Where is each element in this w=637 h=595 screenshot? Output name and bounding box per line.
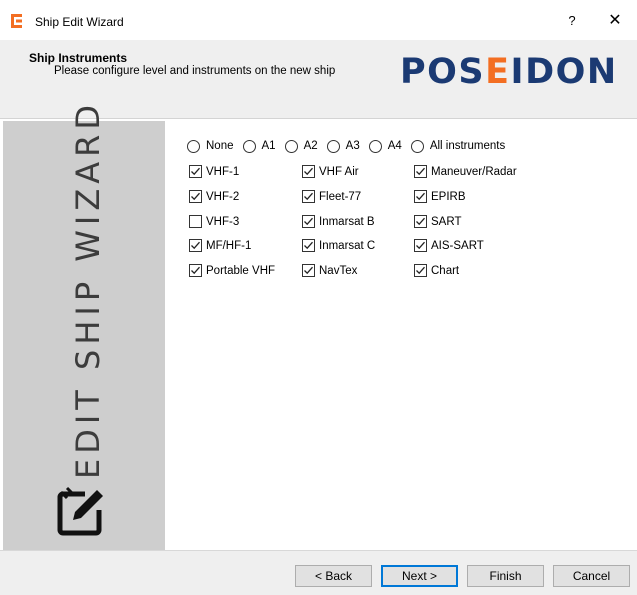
title-bar: Ship Edit Wizard ? ✕ bbox=[0, 0, 637, 40]
checkbox-label: VHF-2 bbox=[206, 190, 240, 203]
checkbox-inmarsat-b[interactable]: Inmarsat B bbox=[302, 215, 375, 228]
poseidon-logo: POSEIDON bbox=[400, 52, 618, 92]
checkmark-icon bbox=[416, 192, 425, 201]
checkbox-maneuver-radar[interactable]: Maneuver/Radar bbox=[414, 165, 517, 178]
checkmark-icon bbox=[416, 167, 425, 176]
checkbox-box[interactable] bbox=[302, 264, 315, 277]
checkmark-icon bbox=[191, 192, 200, 201]
checkmark-icon bbox=[304, 192, 313, 201]
checkbox-box[interactable] bbox=[414, 239, 427, 252]
checkmark-icon bbox=[416, 217, 425, 226]
checkmark-icon bbox=[416, 241, 425, 250]
checkbox-box[interactable] bbox=[414, 264, 427, 277]
checkbox-sart[interactable]: SART bbox=[414, 215, 461, 228]
checkbox-ais-sart[interactable]: AIS-SART bbox=[414, 239, 484, 252]
radio-label: A2 bbox=[303, 140, 318, 152]
checkbox-label: MF/HF-1 bbox=[206, 239, 252, 252]
radio-label: None bbox=[206, 140, 234, 152]
radio-label: A3 bbox=[345, 140, 360, 152]
logo-text-end: IDON bbox=[510, 52, 618, 92]
checkbox-navtex[interactable]: NavTex bbox=[302, 264, 357, 277]
checkbox-label: VHF Air bbox=[319, 165, 359, 178]
radio-a4[interactable]: A4 bbox=[368, 139, 402, 153]
checkbox-vhf-air[interactable]: VHF Air bbox=[302, 165, 359, 178]
radio-circle[interactable] bbox=[326, 139, 340, 153]
radio-circle[interactable] bbox=[368, 139, 382, 153]
logo-text-start: POS bbox=[400, 52, 486, 92]
checkbox-mf-hf-1[interactable]: MF/HF-1 bbox=[189, 239, 251, 252]
back-button[interactable]: < Back bbox=[295, 565, 372, 587]
checkbox-vhf-2[interactable]: VHF-2 bbox=[189, 190, 239, 203]
checkbox-box[interactable] bbox=[302, 239, 315, 252]
cancel-button[interactable]: Cancel bbox=[553, 565, 630, 587]
checkbox-label: VHF-3 bbox=[206, 215, 240, 228]
checkbox-box[interactable] bbox=[189, 165, 202, 178]
checkbox-box[interactable] bbox=[189, 264, 202, 277]
checkbox-box[interactable] bbox=[414, 215, 427, 228]
checkbox-label: VHF-1 bbox=[206, 165, 240, 178]
radio-a1[interactable]: A1 bbox=[242, 139, 276, 153]
checkbox-box[interactable] bbox=[302, 190, 315, 203]
pencil-edit-icon bbox=[57, 486, 103, 536]
checkmark-icon bbox=[304, 266, 313, 275]
next-button[interactable]: Next > bbox=[381, 565, 458, 587]
checkbox-box[interactable] bbox=[189, 239, 202, 252]
page-title: Ship Instruments bbox=[29, 51, 128, 65]
checkmark-icon bbox=[191, 266, 200, 275]
checkbox-portable-vhf[interactable]: Portable VHF bbox=[189, 264, 275, 277]
checkbox-label: NavTex bbox=[319, 264, 358, 277]
checkbox-box[interactable] bbox=[302, 165, 315, 178]
checkbox-epirb[interactable]: EPIRB bbox=[414, 190, 466, 203]
window-title: Ship Edit Wizard bbox=[35, 15, 124, 29]
checkbox-label: Portable VHF bbox=[206, 264, 276, 277]
sidebar-title: EDIT SHIP WIZARD bbox=[69, 99, 107, 479]
checkmark-icon bbox=[304, 241, 313, 250]
checkbox-fleet-77[interactable]: Fleet-77 bbox=[302, 190, 361, 203]
checkbox-box[interactable] bbox=[302, 215, 315, 228]
checkmark-icon bbox=[191, 167, 200, 176]
checkmark-icon bbox=[304, 217, 313, 226]
logo-text-accent: E bbox=[485, 52, 511, 92]
radio-all-instruments[interactable]: All instruments bbox=[410, 139, 506, 153]
radio-a2[interactable]: A2 bbox=[284, 139, 318, 153]
checkbox-label: Maneuver/Radar bbox=[431, 165, 517, 178]
checkbox-box[interactable] bbox=[414, 190, 427, 203]
wizard-footer: < Back Next > Finish Cancel bbox=[0, 550, 637, 595]
checkbox-label: Inmarsat C bbox=[319, 239, 376, 252]
app-logo-icon bbox=[11, 14, 22, 28]
checkbox-label: Chart bbox=[431, 264, 460, 277]
level-radio-group: None A1 A2 A3 A4 All instruments bbox=[187, 138, 514, 154]
radio-circle[interactable] bbox=[187, 139, 200, 153]
checkbox-label: AIS-SART bbox=[431, 239, 484, 252]
instruments-panel: None A1 A2 A3 A4 All instruments VHF-1 V… bbox=[165, 121, 637, 550]
wizard-sidebar: EDIT SHIP WIZARD bbox=[3, 99, 165, 550]
page-subtitle: Please configure level and instruments o… bbox=[54, 65, 336, 77]
radio-label: A1 bbox=[261, 140, 276, 152]
help-button[interactable]: ? bbox=[562, 11, 582, 31]
checkbox-vhf-3[interactable]: VHF-3 bbox=[189, 215, 239, 228]
checkmark-icon bbox=[304, 167, 313, 176]
close-button[interactable]: ✕ bbox=[605, 11, 625, 31]
checkbox-label: Fleet-77 bbox=[319, 190, 362, 203]
finish-button[interactable]: Finish bbox=[467, 565, 544, 587]
radio-circle[interactable] bbox=[242, 139, 256, 153]
radio-a3[interactable]: A3 bbox=[326, 139, 360, 153]
checkbox-box[interactable] bbox=[189, 190, 202, 203]
checkbox-box[interactable] bbox=[414, 165, 427, 178]
radio-none[interactable]: None bbox=[187, 139, 234, 153]
radio-label: A4 bbox=[387, 140, 402, 152]
checkbox-vhf-1[interactable]: VHF-1 bbox=[189, 165, 239, 178]
checkbox-label: Inmarsat B bbox=[319, 215, 375, 228]
radio-circle[interactable] bbox=[284, 139, 298, 153]
checkbox-chart[interactable]: Chart bbox=[414, 264, 459, 277]
checkmark-icon bbox=[191, 241, 200, 250]
checkbox-box[interactable] bbox=[189, 215, 202, 228]
radio-circle[interactable] bbox=[410, 139, 424, 153]
checkmark-icon bbox=[416, 266, 425, 275]
radio-label: All instruments bbox=[429, 140, 506, 152]
checkbox-label: EPIRB bbox=[431, 190, 466, 203]
checkbox-label: SART bbox=[431, 215, 462, 228]
checkbox-inmarsat-c[interactable]: Inmarsat C bbox=[302, 239, 375, 252]
